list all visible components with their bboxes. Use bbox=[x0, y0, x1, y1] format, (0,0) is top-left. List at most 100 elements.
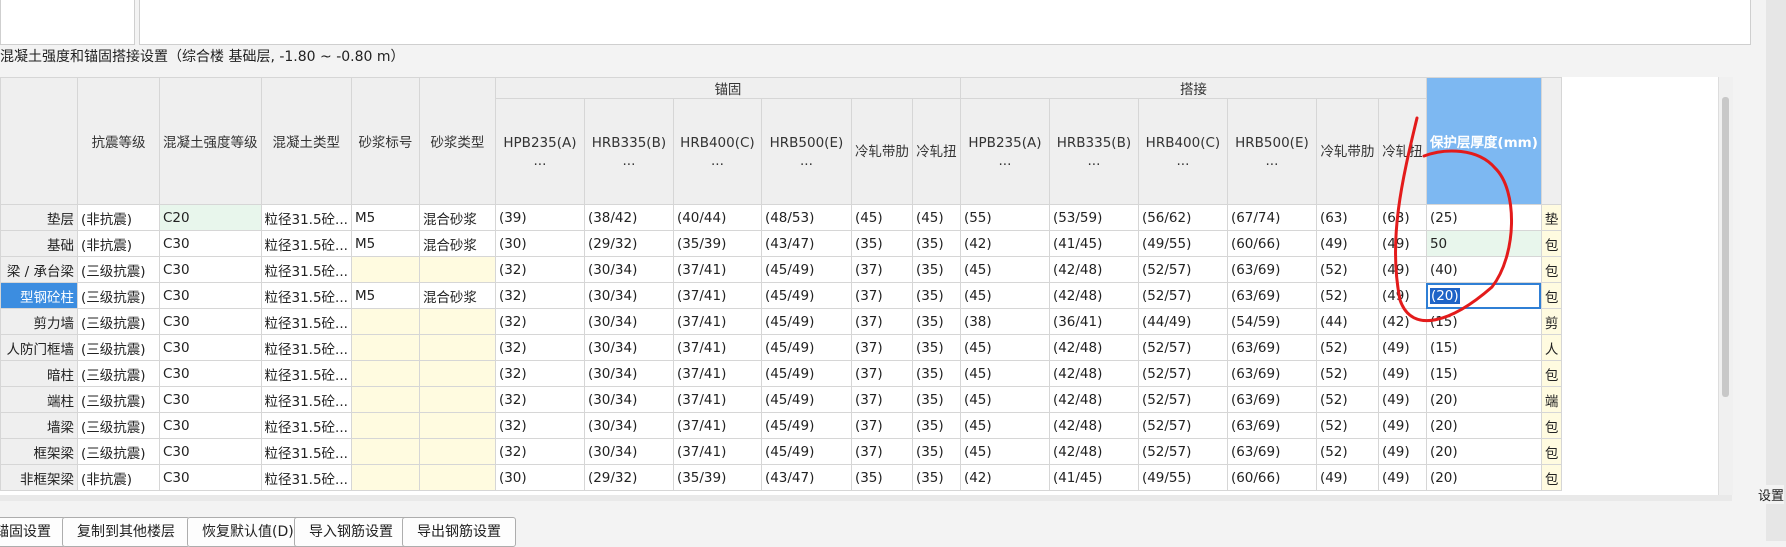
grid-cell[interactable]: (32) bbox=[494, 334, 585, 361]
grid-cell[interactable]: (35) bbox=[911, 282, 961, 309]
grid-cell[interactable]: (30/34) bbox=[583, 438, 674, 465]
grid-cell[interactable]: (37/41) bbox=[672, 282, 762, 309]
grid-cell[interactable]: (67/74) bbox=[1226, 204, 1317, 231]
remark-cell[interactable]: 剪 bbox=[1540, 308, 1563, 335]
grid-cell[interactable]: (30/34) bbox=[583, 282, 674, 309]
grid-cell[interactable]: (49) bbox=[1377, 282, 1427, 309]
grid-cell[interactable]: (35) bbox=[911, 360, 961, 387]
grid-cell[interactable]: 混合砂浆 bbox=[418, 230, 496, 257]
grid-cell[interactable]: (30/34) bbox=[583, 360, 674, 387]
grid-cell[interactable]: (42) bbox=[959, 464, 1050, 491]
grid-cell[interactable]: (45) bbox=[959, 334, 1050, 361]
table-row[interactable]: 剪力墙 (三级抗震) C30 粒径31.5砼... (32) (30/34) (37/41)… bbox=[0, 308, 1563, 335]
header-anchor-hrb500[interactable]: HRB500(E) ... bbox=[760, 98, 852, 205]
copy-to-other-floors-button[interactable]: 复制到其他楼层 bbox=[62, 517, 190, 547]
grid-cell[interactable]: (37) bbox=[850, 438, 913, 465]
grid-cell[interactable]: (55) bbox=[959, 204, 1050, 231]
grid-cell[interactable]: C30 bbox=[159, 334, 262, 361]
grid-cell[interactable]: 粒径31.5砼... bbox=[260, 360, 352, 387]
grid-cell[interactable]: M5 bbox=[350, 204, 420, 231]
grid-cell[interactable] bbox=[350, 412, 420, 439]
grid-cell[interactable]: (49/55) bbox=[1137, 230, 1228, 257]
grid-cell[interactable]: (45) bbox=[959, 438, 1050, 465]
remark-cell[interactable]: 包 bbox=[1540, 360, 1563, 387]
grid-cell[interactable]: (36/41) bbox=[1048, 308, 1139, 335]
grid-cell[interactable]: C30 bbox=[159, 256, 262, 283]
grid-cell[interactable]: (52/57) bbox=[1137, 334, 1228, 361]
grid-cell[interactable]: (42/48) bbox=[1048, 360, 1139, 387]
grid-cell[interactable]: (35) bbox=[911, 230, 961, 257]
table-row[interactable]: 暗柱 (三级抗震) C30 粒径31.5砼... (32) (30/34) (37/41)(… bbox=[0, 360, 1563, 387]
grid-cell[interactable]: (37/41) bbox=[672, 438, 762, 465]
grid-cell[interactable]: (45/49) bbox=[760, 360, 852, 387]
grid-cell[interactable]: (15) bbox=[1425, 334, 1542, 361]
grid-cell[interactable]: (42) bbox=[959, 230, 1050, 257]
grid-cell[interactable]: 粒径31.5砼... bbox=[260, 256, 352, 283]
grid-cell[interactable]: (37) bbox=[850, 412, 913, 439]
grid-cell[interactable]: (三级抗震) bbox=[77, 360, 160, 387]
grid-cell[interactable]: (30/34) bbox=[583, 386, 674, 413]
grid-cell[interactable]: (32) bbox=[494, 438, 585, 465]
grid-cell[interactable]: (52) bbox=[1315, 360, 1379, 387]
grid-cell[interactable]: (49) bbox=[1315, 230, 1379, 257]
grid-cell[interactable]: (42/48) bbox=[1048, 282, 1139, 309]
grid-cell[interactable]: (30/34) bbox=[583, 308, 674, 335]
grid-cell[interactable]: (52) bbox=[1315, 386, 1379, 413]
grid-cell[interactable]: (30/34) bbox=[583, 412, 674, 439]
row-name[interactable]: 剪力墙 bbox=[0, 308, 78, 335]
header-lap-hrb500[interactable]: HRB500(E) ... bbox=[1226, 98, 1317, 205]
grid-cell[interactable]: (三级抗震) bbox=[77, 412, 160, 439]
grid-cell[interactable]: (63/69) bbox=[1226, 438, 1317, 465]
grid-cell[interactable]: (49) bbox=[1377, 464, 1427, 491]
grid-cell[interactable]: (49) bbox=[1377, 360, 1427, 387]
row-name[interactable]: 垫层 bbox=[0, 204, 78, 231]
grid-cell[interactable]: (32) bbox=[494, 386, 585, 413]
header-lap-cold-twisted[interactable]: 冷轧扭 bbox=[1377, 98, 1427, 205]
grid-cell[interactable]: (三级抗震) bbox=[77, 334, 160, 361]
grid-cell[interactable]: (非抗震) bbox=[77, 230, 160, 257]
grid-cell[interactable]: (35) bbox=[911, 308, 961, 335]
export-rebar-settings-button[interactable]: 导出钢筋设置 bbox=[402, 517, 516, 547]
grid-cell[interactable]: (49) bbox=[1377, 386, 1427, 413]
grid-cell[interactable]: C30 bbox=[159, 464, 262, 491]
grid-cell[interactable] bbox=[418, 334, 496, 361]
grid-cell[interactable]: (35) bbox=[850, 230, 913, 257]
grid-cell[interactable]: (35/39) bbox=[672, 464, 762, 491]
table-row[interactable]: 基础 (非抗震) C30 粒径31.5砼... M5 混合砂浆 (30) (29/32) (35… bbox=[0, 230, 1563, 257]
grid-cell[interactable]: (29/32) bbox=[583, 230, 674, 257]
horizontal-scrollbar[interactable] bbox=[0, 495, 1732, 501]
grid-cell[interactable]: (63) bbox=[1377, 204, 1427, 231]
row-name[interactable]: 型钢砼柱 bbox=[0, 282, 78, 309]
row-name[interactable]: 墙梁 bbox=[0, 412, 78, 439]
grid-cell[interactable]: (三级抗震) bbox=[77, 386, 160, 413]
header-cover-thickness[interactable]: 保护层厚度(mm) bbox=[1425, 77, 1542, 205]
grid-cell[interactable] bbox=[350, 386, 420, 413]
grid-cell[interactable]: (30) bbox=[494, 230, 585, 257]
grid-cell[interactable]: (35) bbox=[911, 334, 961, 361]
table-row[interactable]: 垫层 (非抗震) C20 粒径31.5砼... M5 混合砂浆 (39) (38/42) (40… bbox=[0, 204, 1563, 231]
grid-cell[interactable]: (45/49) bbox=[760, 412, 852, 439]
grid-cell[interactable]: (52) bbox=[1315, 282, 1379, 309]
row-name[interactable]: 人防门框墙 bbox=[0, 334, 78, 361]
header-concrete-strength[interactable]: 混凝土强度等级 bbox=[159, 77, 262, 205]
header-anchor-cold-ribbed[interactable]: 冷轧带肋 bbox=[850, 98, 913, 205]
grid-cell[interactable]: (37/41) bbox=[672, 334, 762, 361]
table-row[interactable]: 非框架梁 (非抗震) C30 粒径31.5砼... (30) (29/32) (35/39)… bbox=[0, 464, 1563, 491]
remark-cell[interactable]: 包 bbox=[1540, 438, 1563, 465]
remark-cell[interactable]: 包 bbox=[1540, 256, 1563, 283]
grid-cell[interactable]: (42/48) bbox=[1048, 256, 1139, 283]
grid-cell[interactable]: (45/49) bbox=[760, 256, 852, 283]
grid-cell[interactable]: (32) bbox=[494, 256, 585, 283]
header-concrete-type[interactable]: 混凝土类型 bbox=[260, 77, 352, 205]
grid-cell[interactable]: (37) bbox=[850, 282, 913, 309]
anchor-settings-button[interactable]: 锚固设置 bbox=[0, 517, 66, 547]
grid-cell[interactable]: (37/41) bbox=[672, 360, 762, 387]
grid-cell[interactable]: (38) bbox=[959, 308, 1050, 335]
row-name[interactable]: 端柱 bbox=[0, 386, 78, 413]
grid-cell[interactable]: (63/69) bbox=[1226, 412, 1317, 439]
remark-cell[interactable]: 垫 bbox=[1540, 204, 1563, 231]
grid-cell[interactable]: (63) bbox=[1315, 204, 1379, 231]
grid-cell[interactable] bbox=[418, 360, 496, 387]
grid-cell[interactable]: (45/49) bbox=[760, 308, 852, 335]
grid-cell[interactable]: (41/45) bbox=[1048, 230, 1139, 257]
